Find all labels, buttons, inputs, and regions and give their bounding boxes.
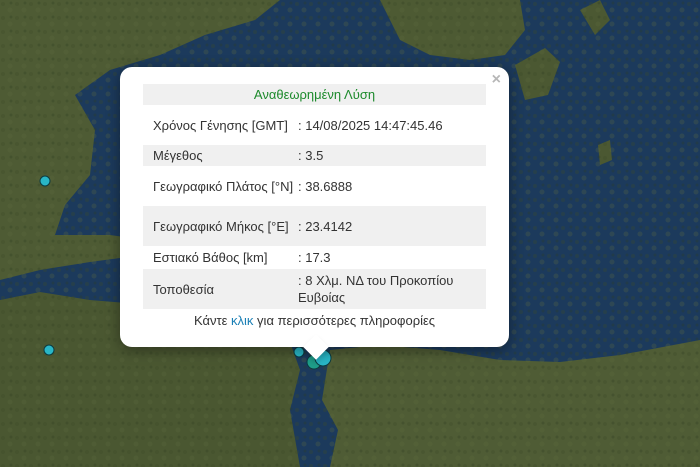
magnitude-value: : 3.5 <box>298 145 486 166</box>
depth-value: : 17.3 <box>298 250 331 265</box>
more-info-suffix: για περισσότερες πληροφορίες <box>253 313 436 328</box>
depth-label: Εστιακό Βάθος [km] <box>153 250 268 265</box>
earthquake-marker[interactable] <box>293 346 305 358</box>
longitude-value: : 23.4142 <box>298 206 486 246</box>
table-row: Τοποθεσία : 8 Χλμ. ΝΔ του Προκοπίου Ευβο… <box>143 269 486 309</box>
latitude-value: : 38.6888 <box>298 178 353 194</box>
popup-title: Αναθεωρημένη Λύση <box>143 84 486 105</box>
table-row: Γεωγραφικό Μήκος [°E] : 23.4142 <box>143 206 486 246</box>
origin-time-label: Χρόνος Γένησης [GMT] <box>153 117 288 133</box>
table-row: Εστιακό Βάθος [km] : 17.3 <box>143 246 486 269</box>
magnitude-label: Μέγεθος <box>143 145 298 166</box>
earthquake-info-table: Χρόνος Γένησης [GMT] : 14/08/2025 14:47:… <box>143 105 486 309</box>
location-value: : 8 Χλμ. ΝΔ του Προκοπίου Ευβοίας <box>298 269 486 309</box>
table-row: Μέγεθος : 3.5 <box>143 145 486 166</box>
table-row: Γεωγραφικό Πλάτος [°N] : 38.6888 <box>143 166 486 206</box>
origin-time-value: : 14/08/2025 14:47:45.46 <box>298 117 443 133</box>
earthquake-marker[interactable] <box>39 175 51 187</box>
more-info-line: Κάντε κλικ για περισσότερες πληροφορίες <box>143 313 486 328</box>
close-icon[interactable]: × <box>492 72 501 88</box>
earthquake-marker[interactable] <box>43 344 55 356</box>
location-label: Τοποθεσία <box>143 269 298 309</box>
more-info-link[interactable]: κλικ <box>231 313 253 328</box>
earthquake-info-popup: × Αναθεωρημένη Λύση Χρόνος Γένησης [GMT]… <box>120 67 509 360</box>
latitude-label: Γεωγραφικό Πλάτος [°N] <box>153 178 294 194</box>
longitude-label: Γεωγραφικό Μήκος [°E] <box>143 206 298 246</box>
more-info-prefix: Κάντε <box>193 313 232 328</box>
popup-content: Αναθεωρημένη Λύση Χρόνος Γένησης [GMT] :… <box>143 84 486 328</box>
table-row: Χρόνος Γένησης [GMT] : 14/08/2025 14:47:… <box>143 105 486 145</box>
